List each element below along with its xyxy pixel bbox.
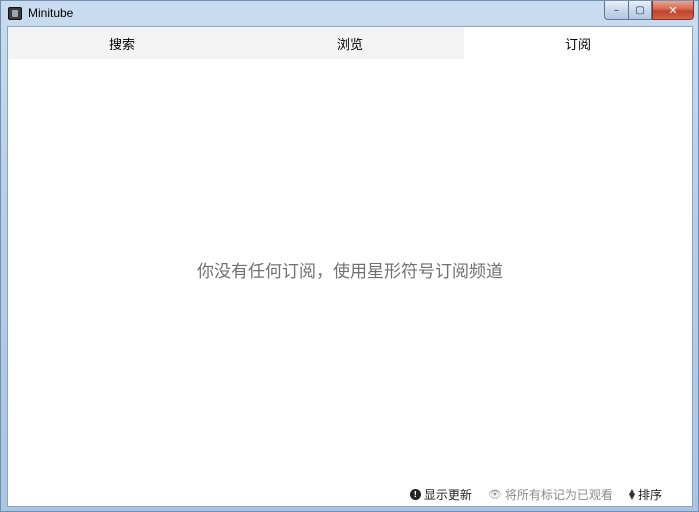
eye-icon: 👁 (487, 487, 502, 501)
show-updates-button[interactable]: ! 显示更新 (409, 486, 472, 503)
sort-label: 排序 (637, 487, 662, 502)
maximize-button[interactable]: ▢ (628, 1, 652, 20)
caption-buttons: – ▢ ✕ (604, 1, 694, 20)
tab-search[interactable]: 搜索 (8, 27, 236, 59)
info-icon: ! (409, 488, 421, 500)
tab-browse[interactable]: 浏览 (236, 27, 464, 59)
minimize-icon: – (614, 4, 619, 16)
sort-icon: ▲ ▼ (628, 487, 635, 501)
subscriptions-toolbar: ! 显示更新 👁 将所有标记为已观看 ▲ ▼ 排序 (409, 485, 662, 503)
app-window: Minitube – ▢ ✕ 搜索 浏览 订阅 你没有任何订阅，使用星形符号订阅… (0, 0, 699, 512)
empty-state-message: 你没有任何订阅，使用星形符号订阅频道 (197, 262, 503, 282)
close-button[interactable]: ✕ (652, 1, 694, 20)
tab-bar: 搜索 浏览 订阅 (8, 27, 692, 59)
minimize-button[interactable]: – (604, 1, 628, 20)
title-bar[interactable]: Minitube – ▢ ✕ (1, 1, 698, 26)
show-updates-label: 显示更新 (423, 487, 472, 502)
maximize-icon: ▢ (635, 4, 645, 16)
close-icon: ✕ (668, 3, 678, 17)
sort-button[interactable]: ▲ ▼ 排序 (629, 486, 662, 503)
window-title: Minitube (28, 6, 74, 20)
main-view: 搜索 浏览 订阅 你没有任何订阅，使用星形符号订阅频道 ! 显示更新 👁 将所有… (7, 26, 693, 507)
mark-all-watched-label: 将所有标记为已观看 (504, 487, 613, 502)
minitube-app-icon[interactable] (8, 7, 22, 20)
tab-subscriptions[interactable]: 订阅 (464, 27, 692, 59)
mark-all-watched-button[interactable]: 👁 将所有标记为已观看 (488, 486, 613, 503)
